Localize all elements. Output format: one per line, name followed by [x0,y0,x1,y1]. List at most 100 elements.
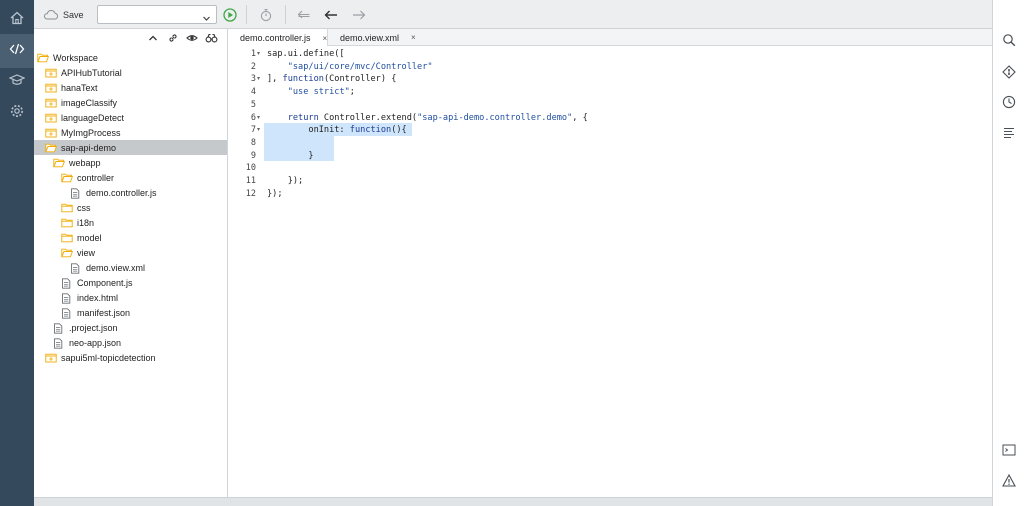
search-panel-button[interactable] [993,29,1024,55]
console-panel-button[interactable] [993,439,1024,465]
settings-icon [9,103,25,124]
code-line: "sap/ui/core/mvc/Controller" [287,61,433,72]
file-icon [70,187,81,199]
home-icon [9,10,25,31]
development-button[interactable] [0,34,34,68]
tree-node-label: demo.view.xml [86,262,146,273]
tree-node-label: model [77,232,102,243]
tree-node[interactable]: sap-api-demo [34,140,227,155]
project-folder-icon [45,68,57,78]
tree-node-label: APIHubTutorial [61,67,122,78]
undo-button[interactable] [297,0,311,29]
workspace-file-tree: Workspace APIHubTutorial hanaText imageClas… [34,29,228,497]
tree-node[interactable]: Workspace [34,50,227,65]
link-editor-icon[interactable] [167,31,179,49]
tree-node-label: imageClassify [61,97,118,108]
undo-icon [297,9,311,21]
toolbar: Save [34,0,992,29]
binoculars-icon[interactable] [205,31,218,49]
file-icon [61,292,72,304]
tree-node[interactable]: MyImgProcess [34,125,227,140]
fold-toggle-icon[interactable]: ▾ [257,73,260,85]
tree-node[interactable]: hanaText [34,80,227,95]
outline-panel-button[interactable] [993,122,1024,148]
tree-node[interactable]: imageClassify [34,95,227,110]
tree-node[interactable]: languageDetect [34,110,227,125]
line-number: 12 [245,188,256,199]
history-panel-button[interactable] [993,91,1024,117]
code-line: return Controller.extend("sap-api-demo.c… [287,112,588,123]
close-icon[interactable]: × [411,33,416,42]
code-line: ], function(Controller) { [267,74,397,85]
tree-node-label: webapp [69,157,101,168]
forward-button[interactable] [352,0,366,29]
tree-node-label: i18n [77,217,95,228]
tree-node[interactable]: index.html [34,290,227,305]
tree-node[interactable]: .project.json [34,320,227,335]
problems-panel-button[interactable] [993,470,1024,496]
collapse-all-icon[interactable] [147,31,159,49]
tree-node[interactable]: sapui5ml-topicdetection [34,350,227,365]
tab-demo-view[interactable]: demo.view.xml × [328,29,418,46]
code-area[interactable]: sap.ui.define([ "sap/ui/core/mvc/Control… [264,46,992,497]
tree-node[interactable]: webapp [34,155,227,170]
folder-icon [61,203,73,213]
outline-icon [1002,126,1016,145]
line-number: 4 [250,87,256,98]
line-number: 7 [250,125,256,136]
project-folder-icon [45,83,57,93]
chevron-down-icon [202,10,211,28]
tab-label: demo.controller.js [240,33,311,43]
tree-node[interactable]: controller [34,170,227,185]
toolbar-separator [246,5,247,24]
settings-button[interactable] [0,96,34,130]
git-panel-button[interactable] [993,61,1024,87]
tree-node-label: demo.controller.js [86,187,157,198]
line-number: 5 [250,99,256,110]
code-editor[interactable]: 1 ▾ 2 3 ▾ 4 5 6 ▾ 7 ▾ 8 9 10 11 12 sap.ui.define([ "sap… [228,46,992,497]
folder-open-icon [61,248,73,258]
tree-node[interactable]: css [34,200,227,215]
back-button[interactable] [324,0,338,29]
code-line: "use strict"; [287,87,355,98]
show-hidden-icon[interactable] [186,31,198,49]
tree-node-label: index.html [77,292,119,303]
code-line: }); [267,188,283,199]
fold-toggle-icon[interactable]: ▾ [257,48,260,60]
tree-node-label: Component.js [77,277,133,288]
tree-node[interactable]: neo-app.json [34,335,227,350]
tree-node[interactable]: APIHubTutorial [34,65,227,80]
tree-node-label: Workspace [53,52,98,63]
run-button[interactable] [223,0,237,29]
fold-toggle-icon[interactable]: ▾ [257,112,260,124]
tree-node-label: neo-app.json [69,337,122,348]
close-icon[interactable]: × [323,34,328,43]
tree-node[interactable]: model [34,230,227,245]
run-configuration-select[interactable] [97,5,217,24]
tree-node[interactable]: manifest.json [34,305,227,320]
git-icon [1002,64,1016,84]
tree-node-label: languageDetect [61,112,125,123]
tree-node-label: .project.json [69,322,118,333]
project-folder-open-icon [45,143,57,153]
home-button[interactable] [0,3,34,37]
tree-node[interactable]: i18n [34,215,227,230]
tree-node-label: sap-api-demo [61,142,117,153]
tree-node[interactable]: demo.view.xml [34,260,227,275]
problems-icon [1002,473,1016,492]
debug-button[interactable] [259,0,273,29]
tab-demo-controller[interactable]: demo.controller.js × [228,29,328,47]
tree-node-label: sapui5ml-topicdetection [61,352,156,363]
history-icon [1002,95,1016,114]
back-icon [324,9,338,21]
tree-header [34,29,228,46]
line-number: 3 [250,74,256,85]
tree-node[interactable]: view [34,245,227,260]
file-icon [70,262,81,274]
save-button[interactable]: Save [43,0,84,29]
tree-node[interactable]: Component.js [34,275,227,290]
learning-icon [8,72,26,93]
tree-node[interactable]: demo.controller.js [34,185,227,200]
fold-toggle-icon[interactable]: ▾ [257,124,260,136]
learning-button[interactable] [0,65,34,99]
